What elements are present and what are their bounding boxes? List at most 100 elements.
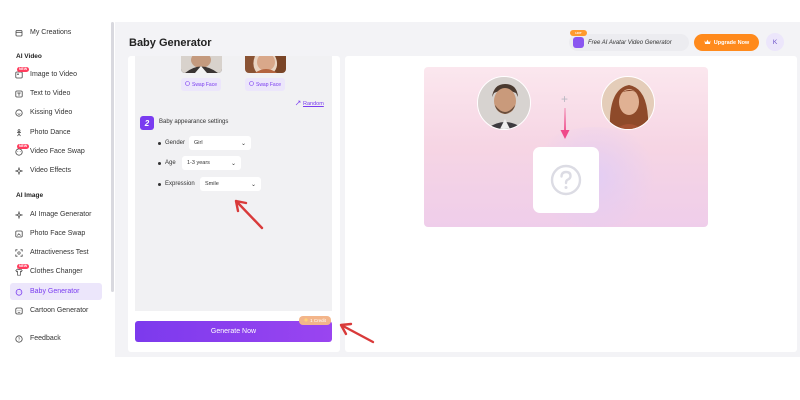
sidebar-item-video-effects[interactable]: Video Effects	[10, 162, 102, 179]
sidebar-item-label: Text to Video	[30, 90, 71, 97]
sidebar-item-photo-dance[interactable]: Photo Dance	[10, 124, 102, 141]
svg-text:?: ?	[18, 336, 21, 341]
swap-face-icon	[185, 81, 190, 88]
bottom-margin	[0, 357, 800, 400]
user-avatar[interactable]: K	[766, 33, 784, 51]
chevron-down-icon: ⌄	[250, 181, 256, 188]
step-number-badge: 2	[140, 116, 154, 130]
expression-label: Expression	[158, 181, 195, 187]
credit-label: 1 Credit	[310, 318, 326, 323]
help-circle-icon: ?	[15, 334, 23, 343]
text-video-icon	[15, 90, 23, 98]
random-link[interactable]: Random	[295, 100, 324, 108]
father-photo	[477, 76, 531, 130]
sidebar-item-label: Attractiveness Test	[30, 249, 89, 256]
age-label: Age	[158, 160, 176, 166]
crown-icon	[704, 39, 711, 47]
promo-avatar-video-button[interactable]: Free AI Avatar Video Generator	[569, 34, 689, 51]
swap-face-button[interactable]: Swap Face	[245, 78, 285, 91]
random-icon	[295, 100, 301, 108]
swap-face-button[interactable]: Swap Face	[181, 78, 221, 91]
new-badge: NEW	[17, 66, 30, 72]
step-title: Baby appearance settings	[159, 119, 229, 125]
scan-icon	[15, 248, 23, 257]
page-title: Baby Generator	[129, 37, 212, 49]
cartoon-icon	[15, 307, 23, 315]
sidebar-item-attractiveness-test[interactable]: Attractiveness Test	[10, 244, 102, 261]
sidebar-item-label: Baby Generator	[30, 288, 80, 295]
sidebar-item-baby-generator[interactable]: Baby Generator	[10, 283, 102, 300]
upgrade-button[interactable]: Upgrade Now	[694, 34, 759, 51]
sidebar-item-label: Photo Dance	[30, 129, 71, 136]
parent-photo-thumbnail[interactable]	[181, 56, 222, 73]
sidebar-item-label: Cartoon Generator	[30, 307, 89, 314]
sidebar-item-label: Video Effects	[30, 167, 71, 174]
swap-face-label: Swap Face	[191, 81, 217, 88]
annotation-arrow-expression	[234, 199, 264, 230]
sidebar-item-label: Photo Face Swap	[30, 230, 86, 237]
option-label-text: Gender	[165, 140, 186, 146]
option-label-text: Age	[165, 160, 176, 166]
effects-icon	[15, 166, 23, 175]
expression-select[interactable]: Smile ⌄	[200, 177, 261, 191]
sidebar-item-feedback[interactable]: ? Feedback	[10, 330, 102, 347]
photo-swap-icon	[15, 230, 23, 238]
box-icon	[15, 29, 23, 37]
sidebar-item-image-to-video[interactable]: NEW Image to Video	[10, 66, 102, 83]
sidebar-item-label: AI Image Generator	[30, 211, 92, 218]
sidebar-section-ai-image: AI Image	[16, 192, 44, 199]
sidebar-item-label: Clothes Changer	[30, 268, 83, 275]
bullet-dot	[158, 161, 161, 165]
sidebar-section-ai-video: AI Video	[16, 53, 42, 60]
chevron-down-icon: ⌄	[240, 140, 246, 147]
dance-icon	[15, 128, 23, 137]
sidebar-item-label: Kissing Video	[30, 109, 73, 116]
sparkle-icon	[15, 210, 23, 219]
sidebar-item-photo-face-swap[interactable]: Photo Face Swap	[10, 225, 102, 242]
plus-icon: +	[561, 92, 569, 106]
sidebar-scrollbar[interactable]	[111, 22, 114, 292]
sidebar-item-label: Feedback	[30, 335, 61, 342]
sidebar-item-text-to-video[interactable]: Text to Video	[10, 85, 102, 102]
new-badge: NEW	[17, 143, 30, 149]
sidebar-item-clothes-changer[interactable]: NEW Clothes Changer	[10, 263, 102, 280]
kiss-icon	[15, 108, 23, 117]
top-margin	[0, 0, 800, 22]
expression-value: Smile	[205, 181, 219, 187]
credit-badge: 1 Credit	[299, 316, 331, 325]
option-label-text: Expression	[165, 181, 195, 187]
parent-photo-thumbnail[interactable]	[245, 56, 286, 73]
gender-label: Gender	[158, 140, 185, 146]
baby-icon	[15, 288, 23, 296]
bullet-dot	[158, 182, 161, 186]
image-video-icon: NEW	[15, 66, 30, 79]
promo-label: Free AI Avatar Video Generator	[588, 39, 672, 46]
sidebar-item-label: My Creations	[30, 29, 72, 36]
mother-photo	[601, 76, 655, 130]
sidebar-item-ai-image-generator[interactable]: AI Image Generator	[10, 206, 102, 223]
sidebar-item-label: Video Face Swap	[30, 148, 85, 155]
sidebar-item-video-face-swap[interactable]: NEW Video Face Swap	[10, 143, 102, 160]
age-select[interactable]: 1-3 years ⌄	[182, 156, 241, 170]
baby-result-placeholder	[533, 147, 599, 213]
sidebar-item-my-creations[interactable]: My Creations	[10, 24, 102, 41]
coin-icon	[304, 318, 308, 323]
arrow-down-icon	[560, 108, 570, 139]
hot-tag: HOT	[570, 30, 587, 36]
swap-face-icon	[249, 81, 254, 88]
sidebar-item-label: Image to Video	[30, 71, 77, 78]
shirt-icon: NEW	[15, 263, 30, 276]
chevron-down-icon: ⌄	[230, 160, 236, 167]
age-value: 1-3 years	[187, 160, 210, 166]
swap-face-label: Swap Face	[255, 81, 281, 88]
sidebar-item-kissing-video[interactable]: Kissing Video	[10, 104, 102, 121]
new-badge: NEW	[17, 263, 30, 269]
sidebar-item-cartoon-generator[interactable]: Cartoon Generator	[10, 302, 102, 319]
app-window: My Creations AI Video NEW Image to Video…	[0, 0, 800, 400]
gender-select[interactable]: Girl ⌄	[189, 136, 251, 150]
avatar-video-icon	[573, 37, 584, 48]
question-icon	[550, 164, 582, 196]
generate-label: Generate Now	[210, 328, 257, 335]
bullet-dot	[158, 141, 161, 145]
annotation-arrow-credit	[339, 322, 375, 344]
